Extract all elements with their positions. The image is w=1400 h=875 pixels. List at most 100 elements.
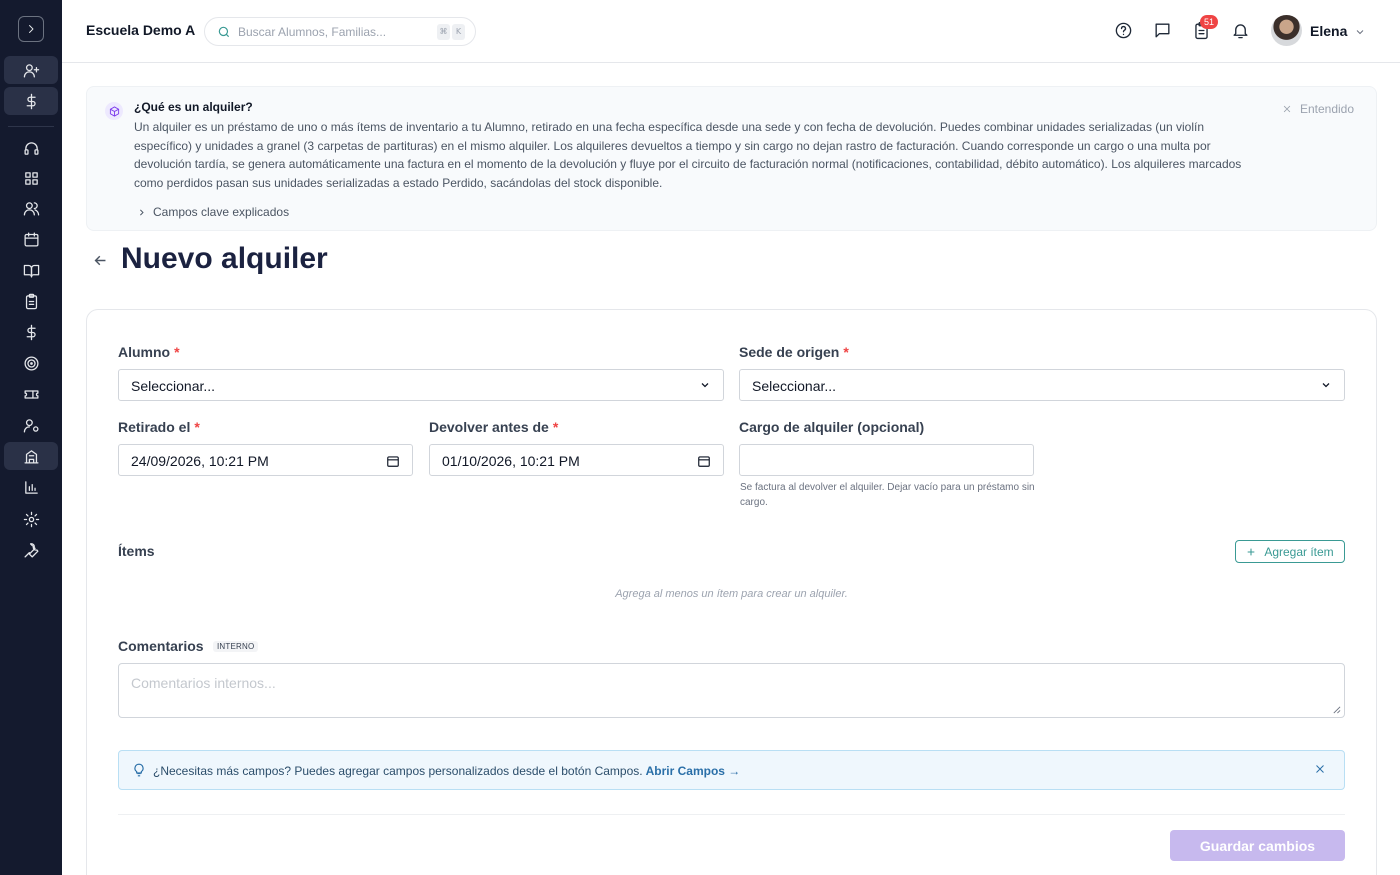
ticket-icon — [23, 389, 39, 399]
charge-help-text: Se factura al devolver el alquiler. Deja… — [740, 482, 1035, 508]
chevron-right-icon — [140, 209, 144, 215]
sidebar-toggle-button[interactable] — [18, 16, 44, 42]
users-icon — [23, 201, 39, 216]
sidebar-divider — [8, 126, 54, 127]
add-item-button[interactable]: Agregar ítem — [1235, 540, 1345, 563]
help-button[interactable] — [1114, 21, 1133, 45]
chevron-down-icon[interactable] — [1354, 26, 1366, 38]
rental-form-card: Alumno * Seleccionar... Sede de origen * S… — [86, 309, 1377, 875]
form-divider — [118, 814, 1345, 815]
dismiss-label: Entendido — [1299, 102, 1354, 116]
key-fields-label: Campos clave explicados — [153, 205, 290, 219]
chevron-right-icon — [29, 25, 34, 33]
resize-handle-icon[interactable] — [1332, 705, 1341, 714]
due-datetime-value: 01/10/2026, 10:21 PM — [442, 453, 580, 469]
internal-badge: INTERNO — [213, 641, 259, 652]
chevron-down-icon — [1322, 383, 1330, 388]
info-panel: ¿Qué es un alquiler? Un alquiler es un p… — [86, 86, 1377, 231]
comments-textarea[interactable]: Comentarios internos... — [118, 663, 1345, 718]
calendar-icon — [23, 231, 39, 247]
school-icon — [23, 449, 39, 464]
open-fields-link[interactable]: Abrir Campos → — [646, 764, 741, 778]
due-label: Devolver antes de * — [429, 419, 559, 435]
sidebar-item-students[interactable] — [4, 194, 58, 222]
student-select-value: Seleccionar... — [131, 378, 216, 394]
shortcut-key-cmd: ⌘ — [437, 24, 450, 40]
bar-chart-icon — [24, 480, 38, 494]
student-label: Alumno * — [118, 344, 180, 360]
sidebar-item-settings[interactable] — [4, 505, 58, 533]
info-title: ¿Qué es un alquiler? — [134, 100, 253, 114]
dollar-icon — [26, 324, 36, 340]
items-empty-state: Agrega al menos un ítem para crear un al… — [615, 588, 848, 600]
due-datetime-input[interactable]: 01/10/2026, 10:21 PM — [429, 444, 724, 476]
messages-button[interactable] — [1153, 21, 1172, 45]
back-button[interactable] — [92, 252, 109, 274]
shortcut-key-k: K — [452, 24, 465, 40]
lightbulb-icon — [134, 763, 144, 777]
sidebar-item-goals[interactable] — [4, 349, 58, 377]
package-icon — [109, 105, 119, 117]
chevron-down-icon — [701, 383, 709, 388]
close-icon[interactable] — [1314, 763, 1326, 775]
help-circle-icon — [1115, 22, 1132, 39]
message-square-icon — [1155, 23, 1170, 38]
custom-fields-tip: ¿Necesitas más campos? Puedes agregar ca… — [118, 750, 1345, 790]
location-label: Sede de origen * — [739, 344, 849, 360]
bell-icon — [1233, 24, 1248, 39]
sidebar-item-tools[interactable] — [4, 536, 58, 564]
student-select[interactable]: Seleccionar... — [118, 369, 724, 401]
user-plus-icon — [23, 63, 39, 78]
plus-icon — [1247, 548, 1255, 555]
gear-icon — [23, 511, 39, 527]
sidebar-item-staff[interactable] — [4, 411, 58, 439]
headset-icon — [23, 141, 39, 155]
search-icon — [218, 26, 230, 38]
sidebar-item-tickets[interactable] — [4, 380, 58, 408]
dollar-icon — [26, 93, 36, 109]
info-icon-wrapper — [105, 102, 123, 120]
clipboard-icon — [25, 293, 37, 309]
sidebar-item-support[interactable] — [4, 134, 58, 162]
info-body: Un alquiler es un préstamo de uno o más … — [134, 120, 1242, 190]
close-icon — [1283, 105, 1291, 113]
calendar-icon[interactable] — [386, 454, 400, 468]
save-button[interactable]: Guardar cambios — [1170, 830, 1345, 861]
sidebar-item-add-student[interactable] — [4, 56, 58, 84]
book-open-icon — [23, 264, 39, 278]
sidebar-item-courses[interactable] — [4, 256, 58, 284]
grid-icon — [24, 171, 38, 185]
sidebar-item-reports[interactable] — [4, 473, 58, 501]
school-name: Escuela Demo A — [86, 22, 196, 38]
checkout-datetime-value: 24/09/2026, 10:21 PM — [131, 453, 269, 469]
location-select[interactable]: Seleccionar... — [739, 369, 1345, 401]
sidebar-item-tasks[interactable] — [4, 287, 58, 315]
comments-label: Comentarios — [118, 638, 204, 654]
add-item-label: Agregar ítem — [1264, 544, 1334, 559]
arrow-left-icon — [94, 255, 106, 266]
wrench-icon — [23, 542, 39, 558]
dismiss-button[interactable]: Entendido — [1282, 102, 1354, 116]
charge-input[interactable] — [739, 444, 1034, 476]
sidebar — [0, 0, 62, 875]
notifications-button[interactable] — [1231, 21, 1250, 45]
target-icon — [23, 355, 39, 371]
key-fields-toggle[interactable]: Campos clave explicados — [137, 205, 289, 219]
location-select-value: Seleccionar... — [752, 378, 837, 394]
notification-badge: 51 — [1200, 15, 1219, 29]
sidebar-item-billing[interactable] — [4, 87, 58, 115]
search-input[interactable]: Buscar Alumnos, Familias... ⌘ K — [204, 17, 476, 46]
page-title: Nuevo alquiler — [121, 242, 328, 275]
items-label: Ítems — [118, 543, 155, 559]
sidebar-item-finance[interactable] — [4, 318, 58, 346]
checkout-datetime-input[interactable]: 24/09/2026, 10:21 PM — [118, 444, 413, 476]
checkout-label: Retirado el * — [118, 419, 200, 435]
comments-placeholder: Comentarios internos... — [131, 675, 276, 691]
sidebar-item-calendar[interactable] — [4, 225, 58, 253]
user-name[interactable]: Elena — [1310, 23, 1347, 39]
sidebar-item-inventory[interactable] — [4, 442, 58, 470]
calendar-icon[interactable] — [697, 454, 711, 468]
sidebar-item-dashboard[interactable] — [4, 164, 58, 192]
avatar[interactable] — [1271, 15, 1302, 46]
user-gear-icon — [23, 418, 39, 433]
